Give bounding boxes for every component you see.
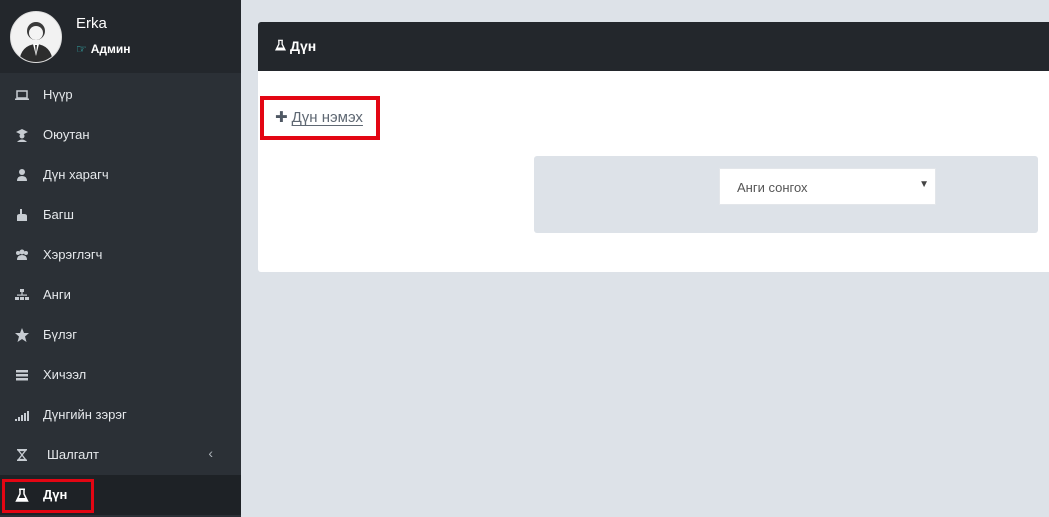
graduate-icon — [14, 127, 30, 143]
sidebar-item-label: Хичээл — [43, 367, 87, 382]
sidebar-item-home[interactable]: Нүүр — [0, 75, 241, 115]
flask-icon — [274, 38, 287, 57]
sidebar-item-grade-levels[interactable]: Дүнгийн зэрэг — [0, 395, 241, 435]
teacher-icon — [14, 207, 30, 223]
user-icon — [14, 167, 30, 183]
user-role: ☞ Админ — [76, 42, 131, 56]
class-select-value: Анги сонгох — [737, 180, 808, 195]
chevron-left-icon[interactable]: ‹ — [208, 445, 213, 461]
sitemap-icon — [14, 287, 30, 303]
sidebar: Erka ☞ Админ Нүүр Оюутан Дүн харагч Багш … — [0, 0, 241, 517]
hand-pointer-icon: ☞ — [76, 42, 87, 56]
sidebar-item-label: Оюутан — [43, 127, 90, 142]
sidebar-item-label: Шалгалт — [47, 447, 99, 462]
highlight-box — [2, 479, 94, 513]
signal-icon — [14, 407, 30, 423]
caret-down-icon: ▼ — [919, 179, 929, 190]
user-avatar-icon — [19, 22, 53, 62]
sidebar-item-label: Анги — [43, 287, 71, 302]
sidebar-item-grade-viewer[interactable]: Дүн харагч — [0, 155, 241, 195]
book-stack-icon — [14, 367, 30, 383]
class-select[interactable]: Анги сонгох ▼ — [719, 168, 936, 205]
sidebar-item-exam[interactable]: Шалгалт ‹ — [0, 435, 241, 475]
laptop-icon — [14, 87, 30, 103]
highlight-box — [260, 96, 380, 140]
sidebar-item-label: Дүн харагч — [43, 167, 109, 182]
user-panel: Erka ☞ Админ — [0, 0, 241, 73]
page-title: Дүн — [290, 38, 317, 54]
sidebar-item-class[interactable]: Анги — [0, 275, 241, 315]
sidebar-item-teacher[interactable]: Багш — [0, 195, 241, 235]
user-role-label: Админ — [90, 42, 131, 56]
avatar[interactable] — [10, 11, 62, 63]
star-icon — [14, 327, 30, 343]
box-header: Дүн — [258, 22, 1049, 71]
sidebar-item-lesson[interactable]: Хичээл — [0, 355, 241, 395]
sidebar-item-label: Багш — [43, 207, 74, 222]
sidebar-item-label: Дүнгийн зэрэг — [43, 407, 127, 422]
user-name: Erka — [76, 15, 107, 32]
sidebar-item-label: Хэрэглэгч — [43, 247, 103, 262]
sidebar-item-users[interactable]: Хэрэглэгч — [0, 235, 241, 275]
sidebar-item-label: Нүүр — [43, 87, 73, 102]
filter-panel: Анги сонгох ▼ — [534, 156, 1038, 233]
sidebar-item-students[interactable]: Оюутан — [0, 115, 241, 155]
sidebar-item-group[interactable]: Бүлэг — [0, 315, 241, 355]
grades-box: Дүн ✚ Дүн нэмэх Анги сонгох ▼ — [258, 22, 1049, 272]
users-icon — [14, 247, 30, 263]
sidebar-item-label: Бүлэг — [43, 327, 77, 342]
hourglass-icon — [14, 447, 30, 463]
